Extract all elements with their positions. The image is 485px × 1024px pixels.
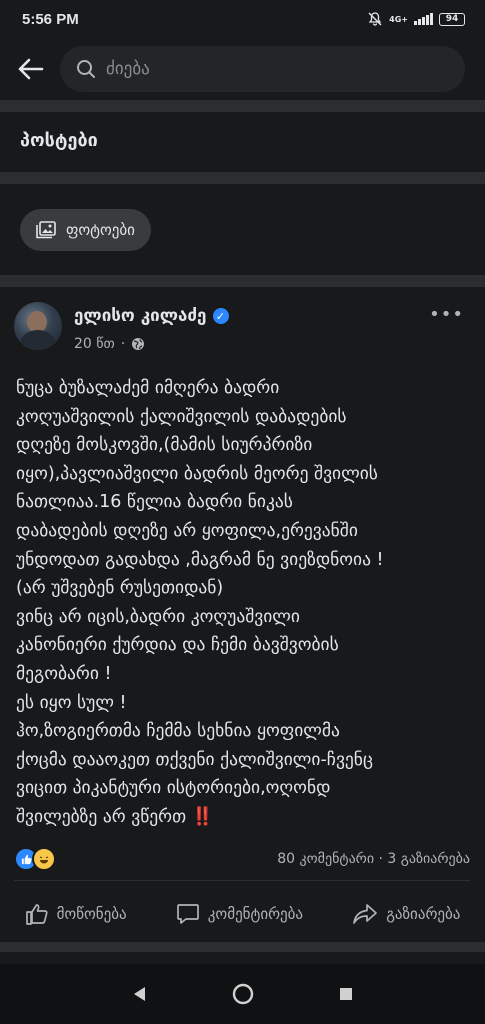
mute-icon — [368, 12, 382, 26]
post-time[interactable]: 20 წთ — [74, 336, 115, 352]
comment-label: კომენტირება — [207, 905, 304, 923]
network-label: 4G+ — [389, 14, 408, 24]
nav-home-icon[interactable] — [231, 982, 255, 1006]
system-nav-bar — [0, 964, 485, 1024]
reaction-icons[interactable] — [14, 847, 56, 871]
like-button[interactable]: მოწონება — [25, 903, 127, 925]
author-name[interactable]: ელისო კილაძე ✓ — [74, 306, 229, 326]
post-meta: 20 წთ · — [74, 336, 145, 352]
search-placeholder: ძიება — [106, 59, 150, 79]
photos-filter-label: ფოტოები — [66, 221, 135, 239]
search-icon — [77, 60, 95, 78]
avatar[interactable] — [14, 302, 62, 350]
thumbs-up-icon — [25, 904, 48, 925]
divider — [0, 100, 485, 112]
post-header: ელისო კილაძე ✓ 20 წთ · ••• — [14, 302, 470, 358]
post-text: ნუცა ბუზალაძემ იმღერა ბადრი კოღუაშვილის … — [16, 378, 384, 827]
comment-button[interactable]: კომენტირება — [176, 903, 303, 925]
reaction-stats: 80 კომენტარი · 3 გაზიარება — [277, 851, 470, 867]
search-header: ძიება — [0, 38, 485, 100]
like-label: მოწონება — [56, 905, 127, 923]
nav-back-icon[interactable] — [131, 985, 149, 1003]
search-input[interactable]: ძიება — [60, 46, 465, 92]
divider — [0, 942, 485, 952]
divider — [0, 275, 485, 287]
signal-icon — [414, 13, 433, 25]
back-button[interactable] — [14, 53, 46, 85]
share-label: გაზიარება — [386, 905, 461, 923]
divider — [0, 172, 485, 184]
stats-separator: · — [378, 851, 383, 867]
post-emoji: ‼️ — [191, 806, 214, 827]
share-button[interactable]: გაზიარება — [352, 903, 460, 925]
more-options-icon[interactable]: ••• — [429, 304, 464, 325]
author-name-text: ელისო კილაძე — [74, 306, 207, 326]
nav-recents-icon[interactable] — [338, 986, 354, 1002]
status-icons: 4G+ 94 — [367, 11, 465, 27]
haha-reaction-icon — [32, 847, 56, 871]
globe-icon — [132, 338, 145, 350]
photos-filter-chip[interactable]: ფოტოები — [20, 209, 151, 251]
post-body: ნუცა ბუზალაძემ იმღერა ბადრი კოღუაშვილის … — [16, 374, 470, 832]
status-time: 5:56 PM — [22, 10, 79, 28]
back-arrow-icon — [18, 58, 44, 80]
photo-icon — [36, 221, 56, 239]
verified-badge-icon: ✓ — [212, 308, 229, 324]
comment-icon — [176, 904, 199, 924]
status-bar: 5:56 PM 4G+ 94 — [0, 0, 485, 38]
share-icon — [353, 904, 378, 924]
divider — [14, 880, 470, 881]
reactions-row: 80 კომენტარი · 3 გაზიარება — [14, 846, 470, 872]
shares-count[interactable]: 3 გაზიარება — [387, 851, 470, 867]
meta-separator: · — [120, 336, 126, 352]
comments-count[interactable]: 80 კომენტარი — [277, 851, 374, 867]
battery-level: 94 — [445, 14, 459, 24]
section-title: პოსტები — [20, 130, 98, 151]
post-actions: მოწონება კომენტირება გაზიარება — [0, 888, 485, 940]
battery-icon: 94 — [439, 12, 465, 26]
